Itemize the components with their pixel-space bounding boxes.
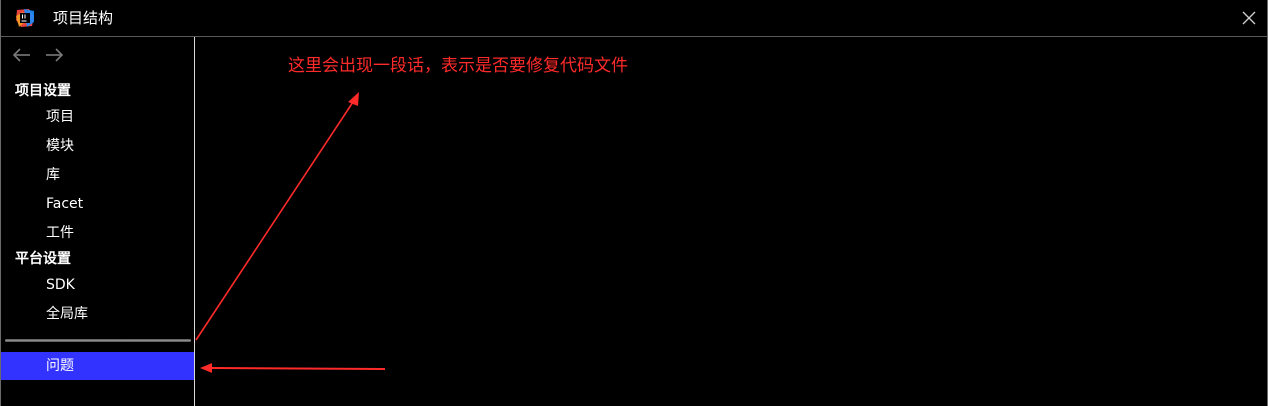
project-structure-window: 项目结构 项目设置 项目 模块 库 Facet 工件 平台设置 SDK 全局库 … — [0, 0, 1268, 406]
content-panel — [195, 37, 1267, 406]
sidebar-item-artifacts[interactable]: 工件 — [1, 220, 194, 246]
arrow-right-icon[interactable] — [43, 45, 65, 65]
sidebar-item-problems[interactable]: 问题 — [1, 352, 194, 380]
sidebar-item-label: 问题 — [46, 358, 74, 374]
sidebar-item-label: 工件 — [46, 225, 74, 241]
sidebar-item-label: 模块 — [46, 138, 74, 154]
section-header-platform-settings: 平台设置 — [15, 251, 71, 267]
sidebar-item-label: 项目 — [46, 109, 74, 125]
sidebar-item-project[interactable]: 项目 — [1, 104, 194, 130]
sidebar-item-global-libraries[interactable]: 全局库 — [1, 301, 194, 327]
sidebar-item-label: Facet — [46, 196, 84, 212]
sidebar-item-libraries[interactable]: 库 — [1, 162, 194, 188]
window-title: 项目结构 — [53, 9, 114, 27]
annotation-text: 这里会出现一段话，表示是否要修复代码文件 — [288, 56, 628, 76]
sidebar: 项目设置 项目 模块 库 Facet 工件 平台设置 SDK 全局库 问题 — [1, 37, 195, 406]
sidebar-item-label: 库 — [46, 167, 60, 183]
sidebar-item-label: 全局库 — [46, 306, 88, 322]
sidebar-item-label: SDK — [46, 277, 75, 293]
sidebar-item-facets[interactable]: Facet — [1, 191, 194, 217]
sidebar-item-sdk[interactable]: SDK — [1, 272, 194, 298]
title-bar: 项目结构 — [1, 0, 1267, 37]
close-icon[interactable] — [1239, 8, 1259, 28]
arrow-left-icon[interactable] — [11, 45, 33, 65]
section-header-project-settings: 项目设置 — [15, 83, 71, 99]
sidebar-divider — [5, 339, 191, 342]
sidebar-item-modules[interactable]: 模块 — [1, 133, 194, 159]
intellij-idea-icon — [16, 9, 34, 27]
